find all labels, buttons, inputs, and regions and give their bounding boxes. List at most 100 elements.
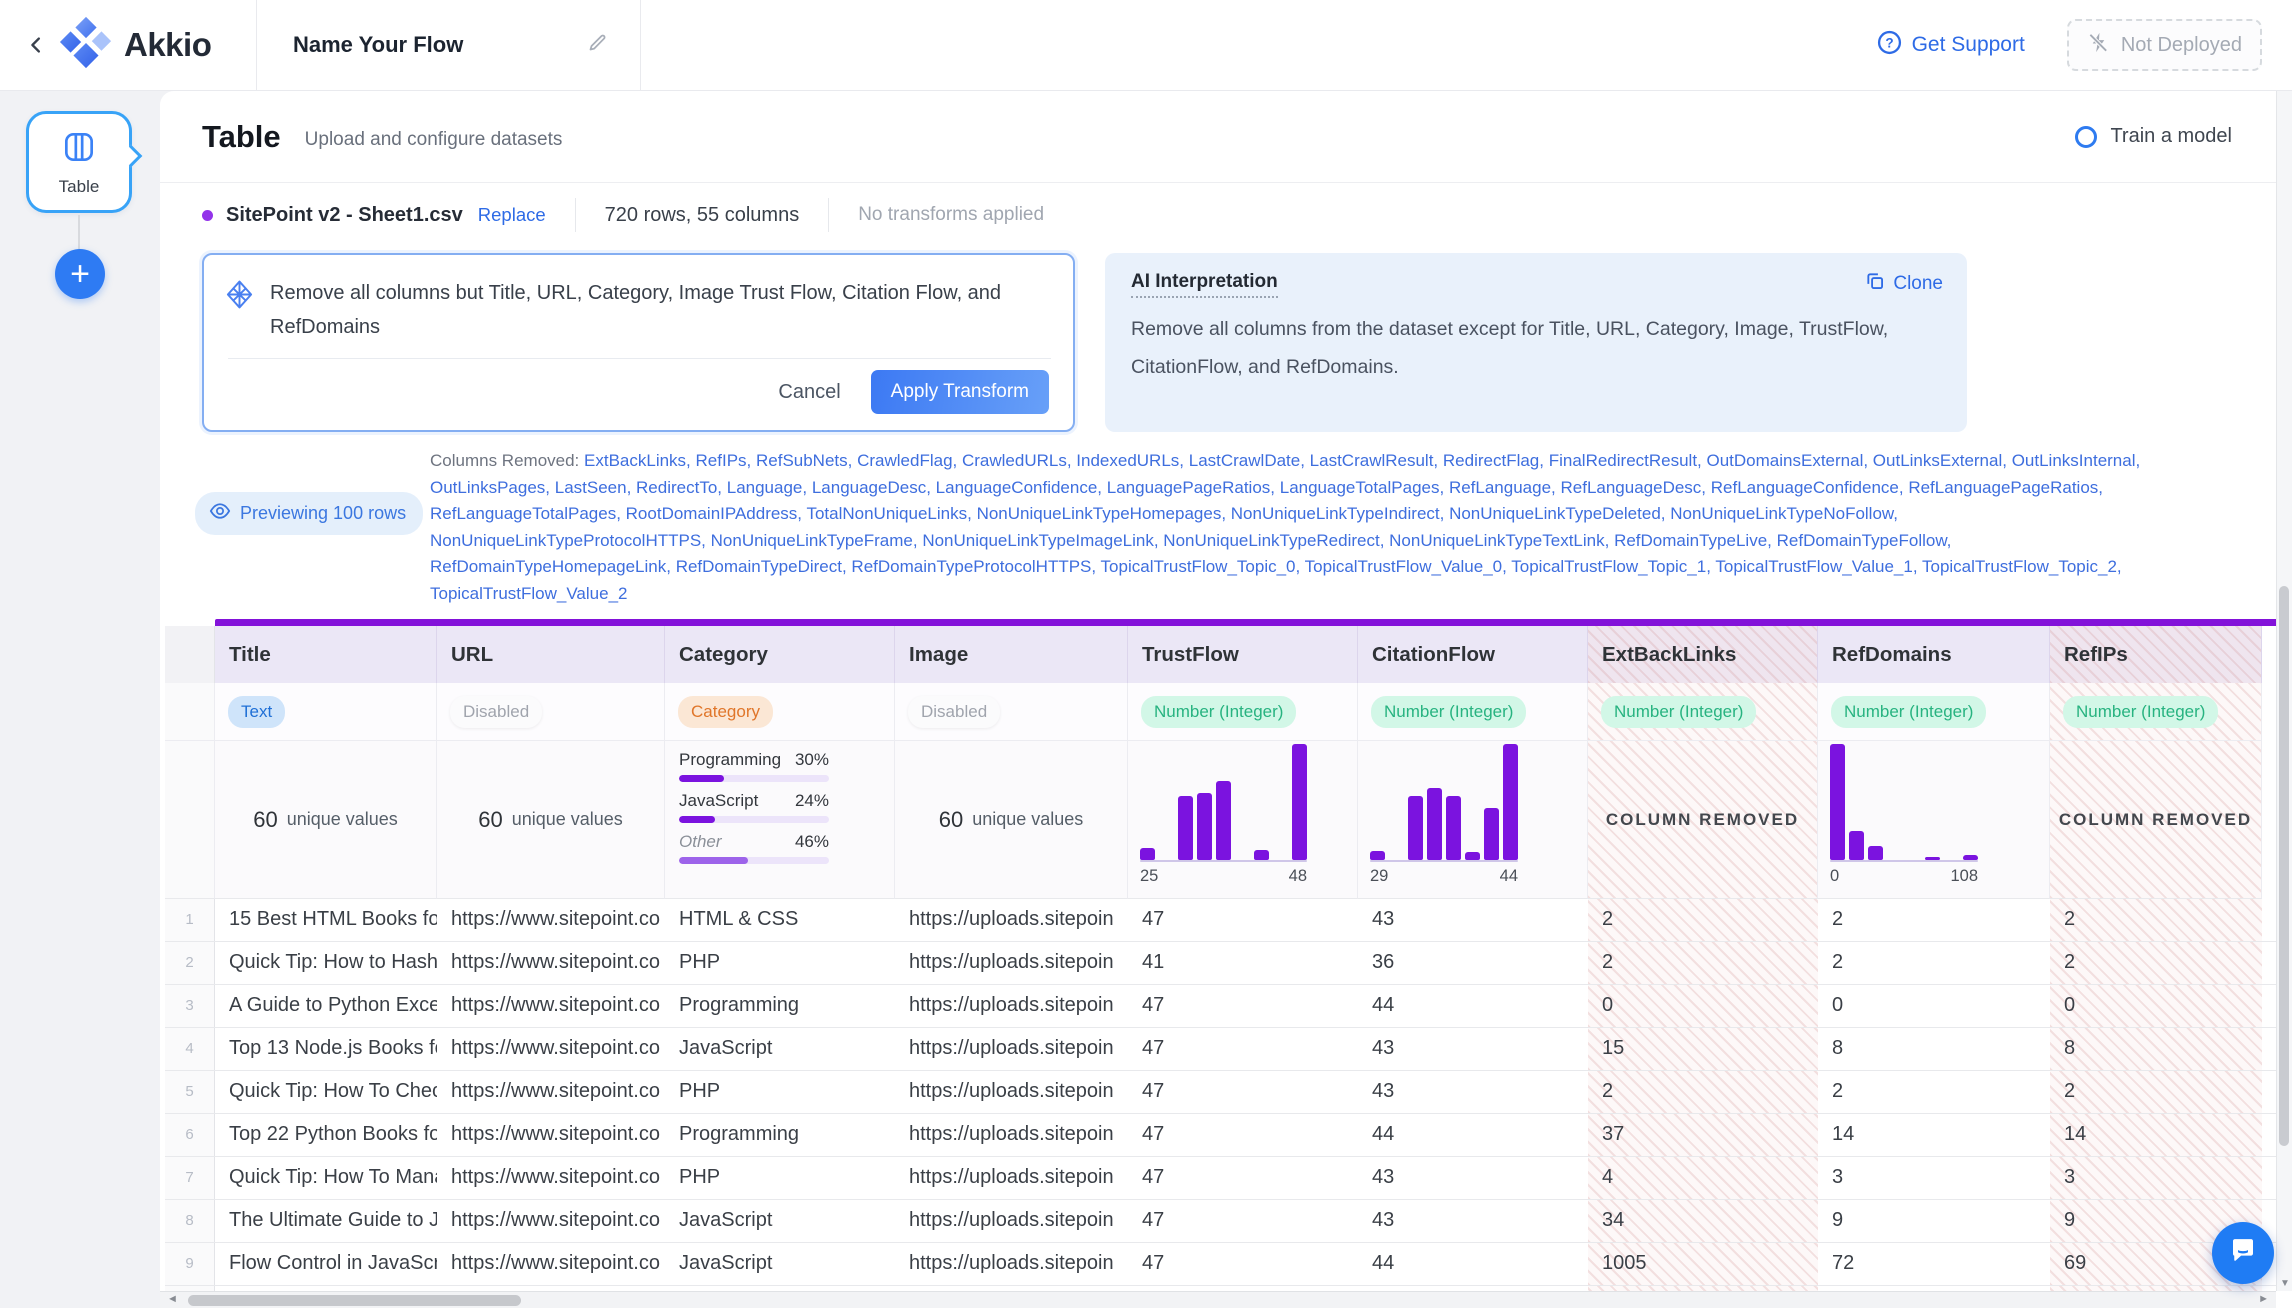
- removed-column-link[interactable]: RefLanguageConfidence,: [1711, 478, 1909, 497]
- removed-column-link[interactable]: LanguagePageRatios,: [1107, 478, 1280, 497]
- get-support-link[interactable]: ? Get Support: [1877, 0, 2025, 90]
- removed-column-link[interactable]: TotalNonUniqueLinks,: [806, 504, 976, 523]
- removed-column-link[interactable]: LastCrawlResult,: [1310, 451, 1443, 470]
- back-chevron-icon[interactable]: [26, 32, 48, 58]
- removed-column-link[interactable]: IndexedURLs,: [1076, 451, 1188, 470]
- type-badge-Category[interactable]: Category: [678, 695, 773, 728]
- horizontal-scrollbar[interactable]: ◄ ►: [160, 1291, 2276, 1308]
- type-badge-RefIPs[interactable]: Number (Integer): [2063, 695, 2219, 728]
- removed-column-link[interactable]: Language,: [727, 478, 812, 497]
- cell-Title: Quick Tip: How To Mana: [229, 1166, 437, 1189]
- type-badge-Image[interactable]: Disabled: [908, 695, 1001, 728]
- removed-column-link[interactable]: FinalRedirectResult,: [1549, 451, 1707, 470]
- vertical-scrollbar[interactable]: ▼: [2276, 91, 2292, 1291]
- removed-column-link[interactable]: NonUniqueLinkTypeProtocolHTTPS,: [430, 531, 711, 550]
- not-deployed-button[interactable]: Not Deployed: [2066, 19, 2262, 71]
- removed-column-link[interactable]: RefLanguageTotalPages,: [430, 504, 626, 523]
- removed-column-link[interactable]: LastSeen,: [555, 478, 636, 497]
- removed-column-link[interactable]: RefLanguageDesc,: [1560, 478, 1710, 497]
- removed-column-link[interactable]: RefLanguage,: [1449, 478, 1561, 497]
- removed-column-link[interactable]: RedirectFlag,: [1443, 451, 1549, 470]
- removed-column-link[interactable]: RefDomainTypeDirect,: [676, 557, 852, 576]
- removed-column-link[interactable]: NonUniqueLinkTypeTextLink,: [1389, 531, 1614, 550]
- column-header-URL[interactable]: URL: [437, 626, 665, 684]
- clone-button[interactable]: Clone: [1865, 271, 1943, 297]
- apply-transform-button[interactable]: Apply Transform: [870, 370, 1049, 415]
- replace-dataset-link[interactable]: Replace: [478, 204, 546, 226]
- removed-column-link[interactable]: CrawledURLs,: [962, 451, 1076, 470]
- cancel-button[interactable]: Cancel: [778, 381, 840, 404]
- removed-column-link[interactable]: RefDomainTypeHomepageLink,: [430, 557, 676, 576]
- removed-column-link[interactable]: RefIPs,: [696, 451, 756, 470]
- chat-widget-button[interactable]: [2212, 1222, 2274, 1284]
- column-header-TrustFlow[interactable]: TrustFlow: [1128, 626, 1358, 684]
- removed-column-link[interactable]: OutDomainsExternal,: [1707, 451, 1873, 470]
- table-node[interactable]: Table: [26, 111, 143, 213]
- removed-column-link[interactable]: LastCrawlDate,: [1189, 451, 1310, 470]
- column-header-Title[interactable]: Title: [215, 626, 437, 684]
- type-badge-RefDomains[interactable]: Number (Integer): [1831, 695, 1987, 728]
- removed-column-link[interactable]: NonUniqueLinkTypeDeleted,: [1449, 504, 1670, 523]
- not-deployed-label: Not Deployed: [2120, 33, 2242, 56]
- removed-column-link[interactable]: TopicalTrustFlow_Value_1,: [1715, 557, 1922, 576]
- column-header-Category[interactable]: Category: [665, 626, 895, 684]
- scroll-down-arrow[interactable]: ▼: [2280, 1278, 2290, 1289]
- removed-column-link[interactable]: LanguageTotalPages,: [1280, 478, 1449, 497]
- type-badge-Title[interactable]: Text: [228, 695, 286, 728]
- removed-column-link[interactable]: NonUniqueLinkTypeImageLink,: [922, 531, 1163, 550]
- removed-column-link[interactable]: RefLanguagePageRatios,: [1908, 478, 2103, 497]
- removed-column-link[interactable]: CrawledFlag,: [857, 451, 962, 470]
- removed-column-link[interactable]: TopicalTrustFlow_Topic_2,: [1922, 557, 2122, 576]
- removed-column-link[interactable]: NonUniqueLinkTypeIndirect,: [1231, 504, 1449, 523]
- column-header-ExtBackLinks[interactable]: ExtBackLinks: [1588, 626, 1818, 684]
- removed-column-link[interactable]: NonUniqueLinkTypeRedirect,: [1163, 531, 1389, 550]
- type-badge-CitationFlow[interactable]: Number (Integer): [1371, 695, 1527, 728]
- row-number: 1: [165, 899, 215, 942]
- removed-column-link[interactable]: TopicalTrustFlow_Topic_1,: [1511, 557, 1715, 576]
- removed-column-link[interactable]: RefDomainTypeProtocolHTTPS,: [851, 557, 1100, 576]
- removed-column-link[interactable]: TopicalTrustFlow_Value_0,: [1305, 557, 1512, 576]
- removed-column-link[interactable]: NonUniqueLinkTypeFrame,: [711, 531, 923, 550]
- train-model-button[interactable]: Train a model: [2075, 125, 2232, 148]
- edit-pencil-icon[interactable]: [587, 32, 608, 58]
- column-header-RefIPs[interactable]: RefIPs: [2050, 626, 2262, 684]
- removed-column-link[interactable]: RefSubNets,: [756, 451, 857, 470]
- removed-column-link[interactable]: OutLinksInternal,: [2012, 451, 2141, 470]
- vertical-scroll-thumb[interactable]: [2279, 586, 2289, 1146]
- table-row: 4 Top 13 Node.js Books fo https://www.site…: [165, 1028, 2292, 1072]
- removed-column-link[interactable]: RootDomainIPAddress,: [626, 504, 807, 523]
- top-header: Akkio Name Your Flow ? Get Support Not D…: [0, 0, 2292, 91]
- type-badge-ExtBackLinks[interactable]: Number (Integer): [1601, 695, 1757, 728]
- removed-column-link[interactable]: LanguageDesc,: [812, 478, 936, 497]
- transform-prompt-input[interactable]: Remove all columns but Title, URL, Categ…: [270, 277, 1051, 344]
- removed-column-link[interactable]: RefDomainTypeLive,: [1614, 531, 1777, 550]
- type-badge-TrustFlow[interactable]: Number (Integer): [1141, 695, 1297, 728]
- removed-column-link[interactable]: ExtBackLinks,: [584, 451, 696, 470]
- akkio-logo-icon: [58, 15, 114, 76]
- scroll-left-arrow[interactable]: ◄: [167, 1293, 178, 1305]
- removed-column-link[interactable]: NonUniqueLinkTypeNoFollow,: [1670, 504, 1898, 523]
- cell-RefIPs: 14: [2050, 1114, 2262, 1157]
- column-header-RefDomains[interactable]: RefDomains: [1818, 626, 2050, 684]
- add-step-button[interactable]: +: [55, 249, 105, 299]
- flow-name[interactable]: Name Your Flow: [293, 32, 463, 58]
- column-header-Image[interactable]: Image: [895, 626, 1128, 684]
- removed-column-link[interactable]: RefDomainTypeFollow,: [1777, 531, 1952, 550]
- removed-column-link[interactable]: LanguageConfidence,: [936, 478, 1107, 497]
- transform-editor[interactable]: Remove all columns but Title, URL, Categ…: [202, 253, 1075, 433]
- removed-column-link[interactable]: NonUniqueLinkTypeHomepages,: [977, 504, 1231, 523]
- type-badge-URL[interactable]: Disabled: [450, 695, 543, 728]
- removed-column-link[interactable]: TopicalTrustFlow_Value_2: [430, 584, 627, 603]
- cell-Image: https://uploads.sitepoin: [909, 994, 1114, 1017]
- editor-footer: Cancel Apply Transform: [228, 358, 1051, 420]
- column-header-CitationFlow[interactable]: CitationFlow: [1358, 626, 1588, 684]
- removed-column-link[interactable]: OutLinksExternal,: [1873, 451, 2012, 470]
- cell-Title: 15 Best HTML Books for: [229, 908, 437, 931]
- scroll-right-arrow[interactable]: ►: [2258, 1293, 2269, 1305]
- hist-min-label: 0: [1830, 867, 1840, 886]
- removed-column-link[interactable]: OutLinksPages,: [430, 478, 555, 497]
- removed-column-link[interactable]: RedirectTo,: [636, 478, 727, 497]
- horizontal-scroll-thumb[interactable]: [188, 1295, 521, 1306]
- removed-column-link[interactable]: TopicalTrustFlow_Topic_0,: [1101, 557, 1305, 576]
- table-row: 1 15 Best HTML Books for https://www.sitep…: [165, 899, 2292, 943]
